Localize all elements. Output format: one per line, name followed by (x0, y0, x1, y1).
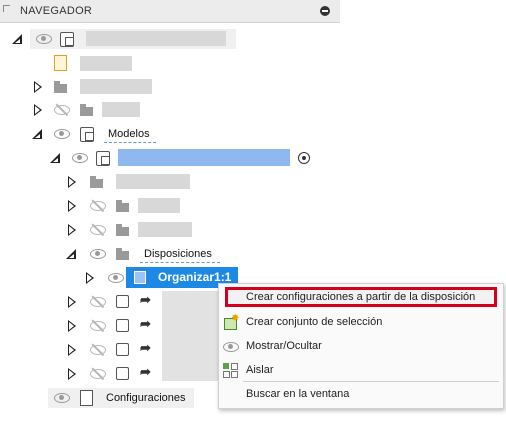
tree-row-hidden-body[interactable]: ➦ (0, 315, 170, 337)
tree-row-hidden-body[interactable]: ➦ (0, 339, 170, 361)
disposiciones-label: Disposiciones (144, 248, 212, 260)
tree-row-hidden-body[interactable]: ➦ (0, 363, 170, 385)
folder-icon (80, 104, 93, 116)
redacted-name (80, 79, 152, 94)
body-icon (116, 343, 129, 356)
hidden-eye-icon[interactable] (90, 201, 106, 211)
expand-arrow-icon[interactable] (68, 320, 76, 332)
expand-toggle-icon[interactable] (32, 129, 42, 139)
link-arrow-icon: ➦ (140, 316, 151, 331)
expand-arrow-icon[interactable] (68, 176, 76, 188)
folder-icon (116, 248, 129, 260)
tree-row-modelos[interactable]: Modelos (0, 123, 170, 145)
visibility-eye-icon[interactable] (54, 129, 70, 139)
link-arrow-icon: ➦ (140, 340, 151, 355)
expand-toggle-icon[interactable] (12, 34, 22, 44)
menu-item-mostrar-ocultar[interactable]: Mostrar/Ocultar (219, 336, 503, 358)
eye-icon (223, 342, 239, 352)
menu-item-label: Aislar (246, 364, 274, 376)
redacted-component-name (118, 149, 290, 166)
configuration-icon (80, 390, 93, 406)
navigator-title: NAVEGADOR (20, 5, 93, 17)
hidden-eye-icon[interactable] (90, 345, 106, 355)
expand-arrow-icon[interactable] (34, 81, 42, 93)
hidden-eye-icon[interactable] (90, 225, 106, 235)
tree-row-component[interactable] (0, 147, 330, 169)
body-icon (116, 295, 129, 308)
dashed-underline (140, 260, 220, 263)
isolate-icon (223, 363, 238, 378)
redacted-name (86, 31, 226, 46)
expand-arrow-icon[interactable] (68, 224, 76, 236)
expand-toggle-icon[interactable] (50, 153, 60, 163)
link-arrow-icon: ➦ (140, 292, 151, 307)
hidden-eye-icon[interactable] (90, 321, 106, 331)
visibility-eye-icon[interactable] (72, 153, 88, 163)
folder-icon (116, 224, 129, 236)
menu-item-crear-conjunto[interactable]: ✸ Crear conjunto de selección (219, 312, 503, 334)
component-icon (96, 151, 110, 166)
folder-icon (90, 176, 103, 188)
tree-row-folder[interactable] (0, 171, 200, 193)
redacted-name (116, 174, 190, 189)
menu-item-label: Buscar en la ventana (246, 388, 350, 400)
tree-row-hidden-folder[interactable] (0, 219, 200, 241)
body-icon (116, 319, 129, 332)
expand-arrow-icon[interactable] (68, 368, 76, 380)
tree-row-hidden-folder[interactable] (0, 195, 200, 217)
tree-row-hidden-body[interactable]: ➦ (0, 291, 170, 313)
tree-row-root[interactable] (0, 28, 240, 50)
arrangement-icon (134, 271, 146, 284)
collapse-arrow-icon[interactable] (3, 5, 10, 12)
menu-item-buscar-ventana[interactable]: Buscar en la ventana (219, 384, 503, 406)
expand-arrow-icon[interactable] (34, 104, 42, 116)
tree-row-configuraciones[interactable]: Configuraciones (0, 387, 200, 409)
redacted-name (138, 222, 192, 237)
menu-item-label: Crear configuraciones a partir de la dis… (246, 291, 476, 303)
configuraciones-label: Configuraciones (106, 392, 186, 404)
expand-arrow-icon[interactable] (86, 272, 94, 284)
minimize-icon[interactable] (320, 6, 330, 16)
folder-icon (116, 200, 129, 212)
tree-row-hidden-folder[interactable] (0, 99, 160, 121)
visibility-eye-icon[interactable] (108, 273, 124, 283)
selection-set-icon: ✸ (223, 313, 239, 330)
dashed-underline (104, 140, 156, 143)
menu-separator (243, 381, 499, 382)
hidden-eye-icon[interactable] (90, 369, 106, 379)
context-menu: Crear configuraciones a partir de la dis… (218, 283, 504, 409)
hidden-eye-icon[interactable] (54, 105, 70, 115)
visibility-eye-icon[interactable] (90, 249, 106, 259)
expand-arrow-icon[interactable] (68, 344, 76, 356)
tree-row-organizar[interactable]: Organizar1:1 (0, 267, 240, 289)
expand-toggle-icon[interactable] (66, 249, 76, 259)
visibility-eye-icon[interactable] (54, 393, 70, 403)
tree-row-document-settings[interactable] (0, 52, 160, 74)
menu-item-crear-configuraciones[interactable]: Crear configuraciones a partir de la dis… (219, 287, 503, 309)
modelos-label: Modelos (108, 128, 150, 140)
folder-icon (54, 81, 67, 93)
menu-item-label: Crear conjunto de selección (246, 316, 383, 328)
redacted-name (102, 102, 140, 117)
redacted-name (80, 56, 132, 71)
navigator-header: NAVEGADOR (0, 0, 340, 23)
redacted-panel (162, 291, 220, 381)
link-arrow-icon: ➦ (140, 364, 151, 379)
selected-item-label: Organizar1:1 (158, 270, 232, 284)
tree-row-folder[interactable] (0, 76, 160, 98)
tree-row-disposiciones[interactable]: Disposiciones (0, 243, 230, 265)
expand-arrow-icon[interactable] (68, 200, 76, 212)
document-settings-icon (54, 55, 67, 71)
visibility-eye-icon[interactable] (36, 34, 52, 44)
body-icon (116, 367, 129, 380)
activate-radio-icon[interactable] (298, 152, 310, 164)
hidden-eye-icon[interactable] (90, 297, 106, 307)
menu-item-aislar[interactable]: Aislar (219, 360, 503, 382)
redacted-name (138, 198, 180, 213)
component-icon (80, 127, 94, 142)
menu-item-label: Mostrar/Ocultar (246, 340, 322, 352)
expand-arrow-icon[interactable] (68, 296, 76, 308)
component-icon (60, 32, 74, 47)
